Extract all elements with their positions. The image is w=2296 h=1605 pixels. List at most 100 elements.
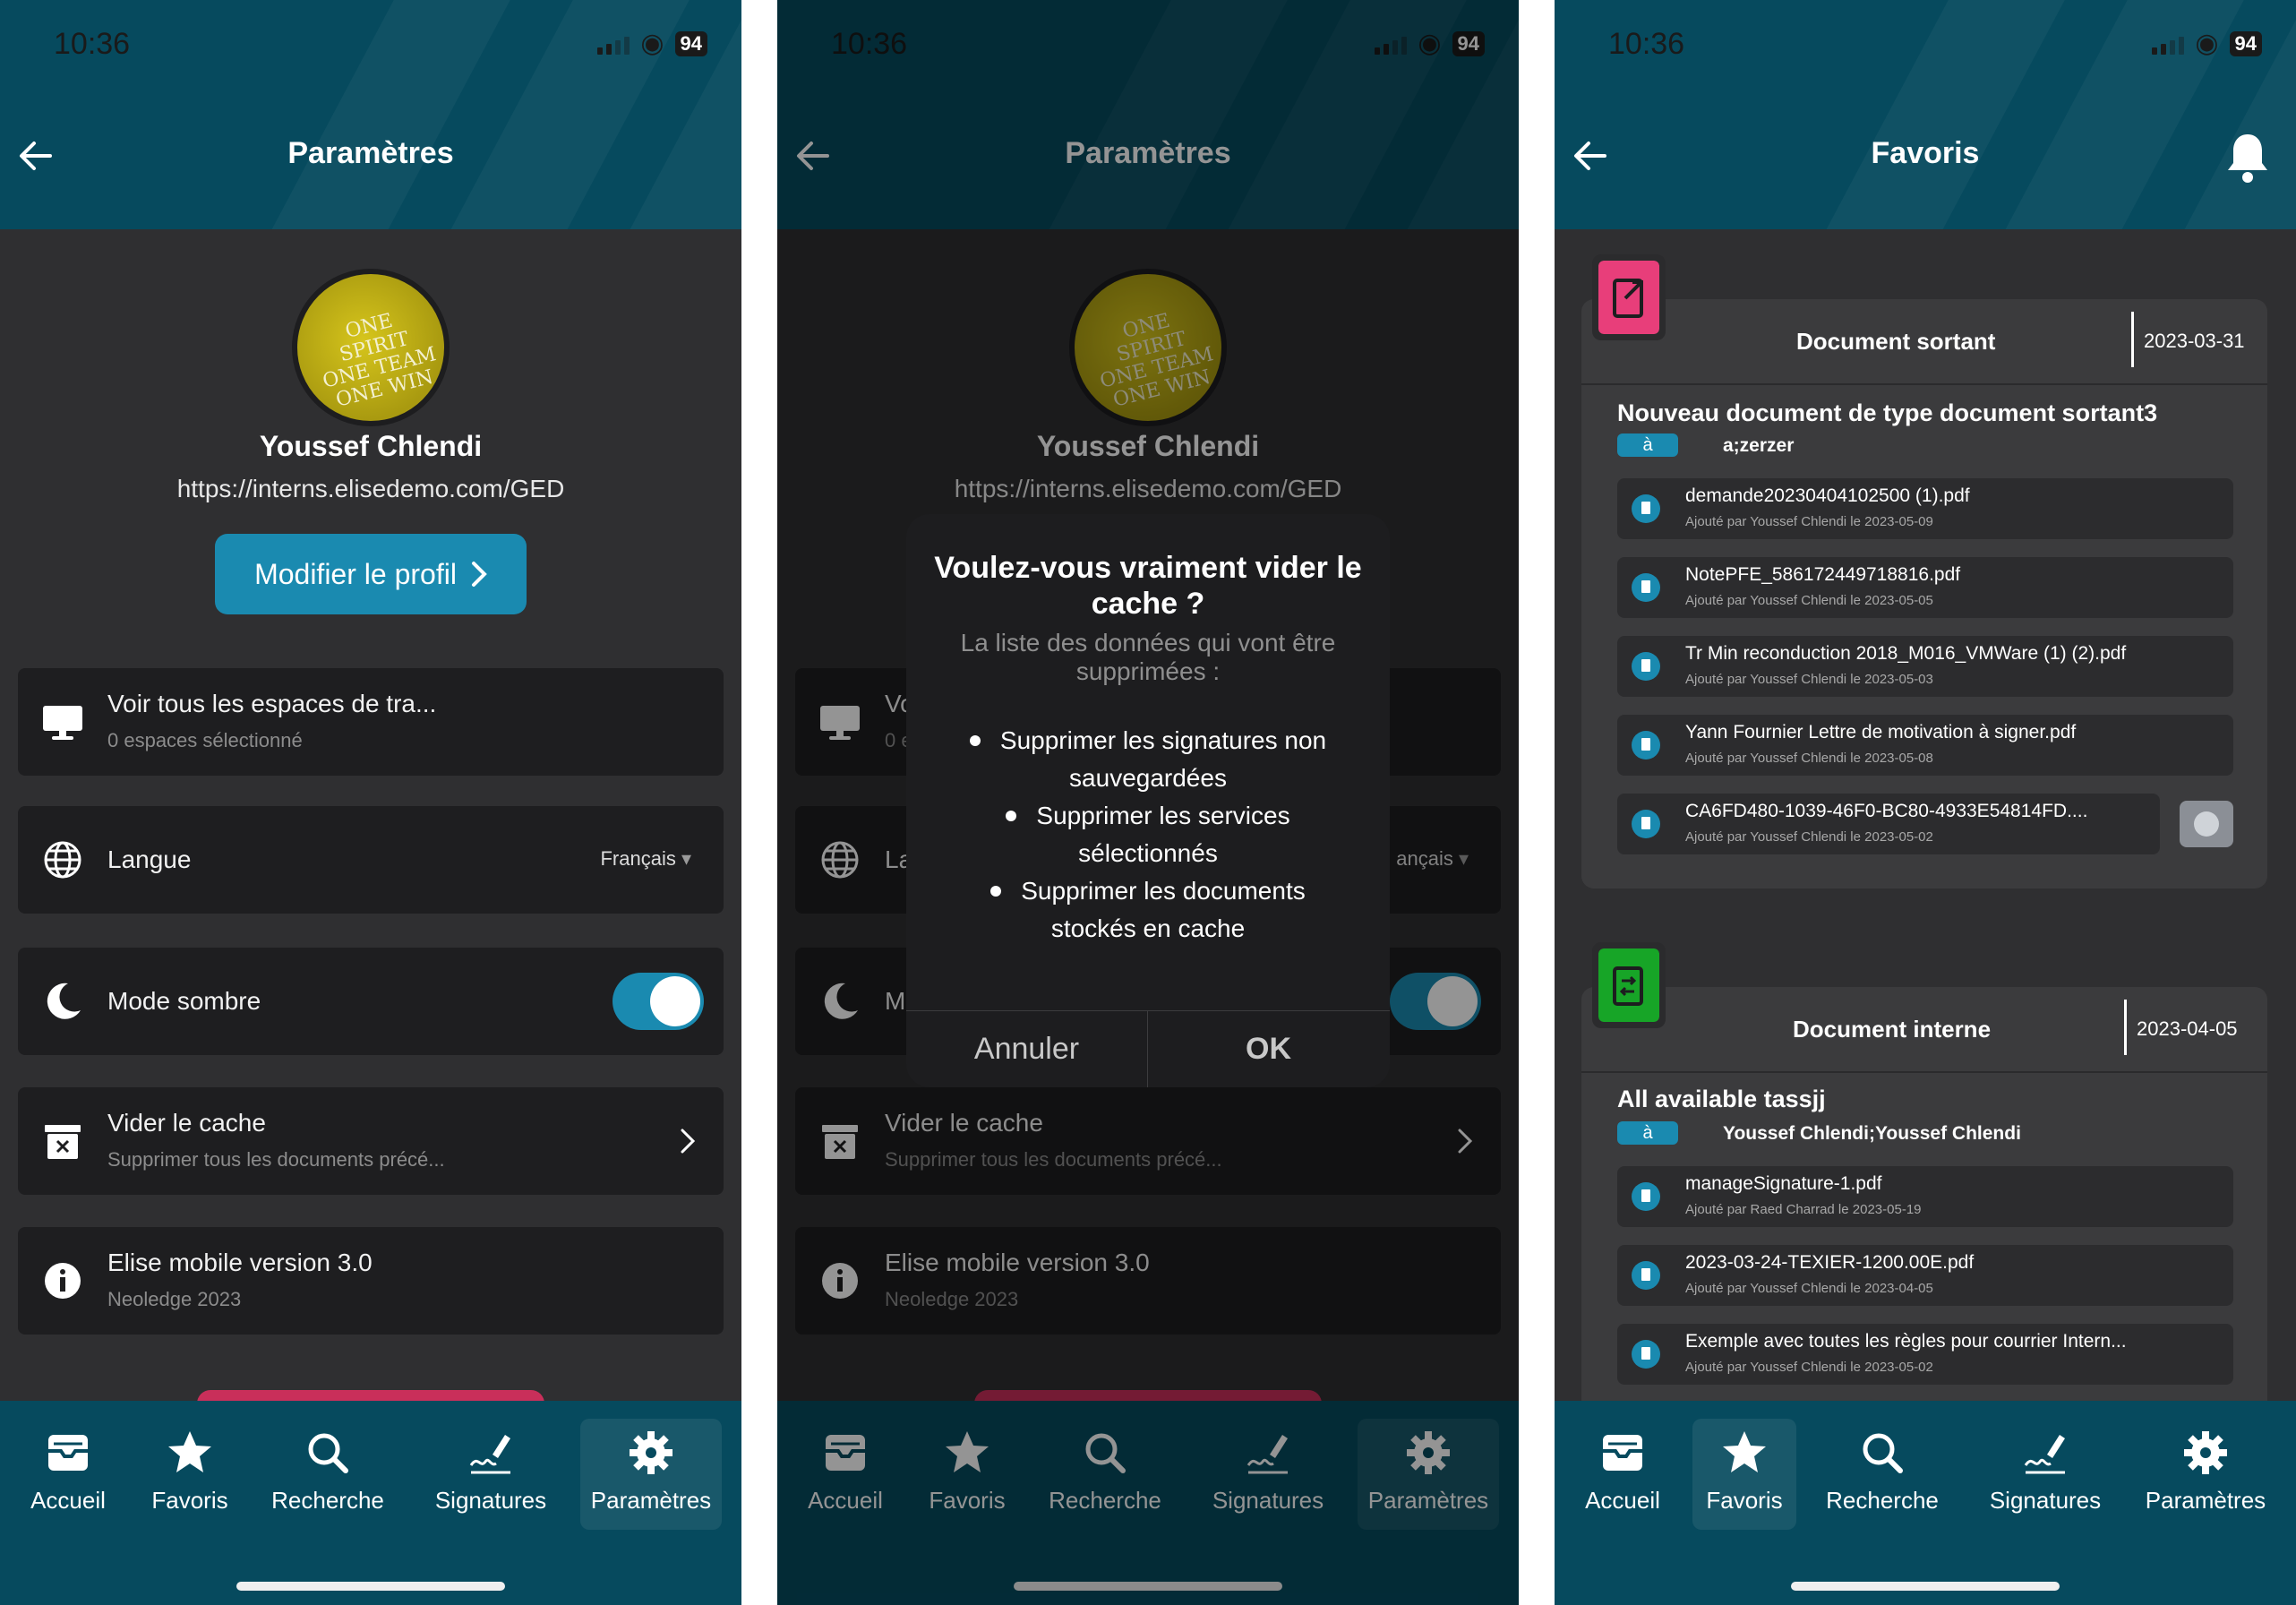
toggle-knob	[650, 976, 700, 1026]
avatar[interactable]: ONE SPIRIT ONE TEAM ONE WIN	[292, 269, 450, 426]
group-date: 2023-03-31	[2144, 330, 2245, 352]
recipient-tag: à	[1617, 1121, 1678, 1145]
gear-icon	[630, 1431, 673, 1474]
favorite-group[interactable]: Document sortant 2023-03-31 Nouveau docu…	[1581, 299, 2267, 888]
nav-signatures[interactable]: Signatures	[1974, 1419, 2117, 1530]
nav-label: Favoris	[151, 1487, 228, 1514]
file-icon	[1632, 1182, 1660, 1211]
language-select[interactable]: Français ▾	[600, 847, 691, 871]
ok-button[interactable]: OK	[1148, 1011, 1389, 1087]
home-indicator	[1791, 1582, 2060, 1591]
nav-label: Recherche	[1826, 1487, 1939, 1514]
app-header: 10:36 ◉ 94 Paramètres	[0, 0, 741, 229]
nav-label: Paramètres	[590, 1487, 712, 1514]
nav-parametres[interactable]: Paramètres	[2135, 1419, 2276, 1530]
bottom-nav: Accueil Favoris Recherche Signatures Par…	[1555, 1401, 2296, 1605]
file-name: demande20230404102500 (1).pdf	[1685, 485, 1970, 506]
settings-screen: 10:36 ◉ 94 Paramètres ONE SPIRIT ONE TEAM…	[0, 0, 741, 1605]
version-title: Elise mobile version 3.0	[107, 1249, 373, 1276]
file-icon	[1632, 731, 1660, 760]
chevron-right-icon	[681, 1129, 696, 1154]
file-row[interactable]: Tr Min reconduction 2018_M016_VMWare (1)…	[1617, 636, 2233, 697]
chevron-right-icon	[471, 562, 487, 587]
group-type: Document sortant	[1796, 328, 1996, 355]
workspaces-title: Voir tous les espaces de tra...	[107, 690, 437, 717]
file-row[interactable]: 2023-03-24-TEXIER-1200.00E.pdf Ajouté par…	[1617, 1245, 2233, 1306]
file-row[interactable]: demande20230404102500 (1).pdf Ajouté par …	[1617, 478, 2233, 539]
file-row[interactable]: manageSignature-1.pdf Ajouté par Raed Cha…	[1617, 1166, 2233, 1227]
doc-internal-icon	[1598, 948, 1659, 1022]
dialog-item-line: Supprimer les signatures non	[999, 726, 1327, 754]
file-row[interactable]: Yann Fournier Lettre de motivation à sig…	[1617, 715, 2233, 776]
nav-favoris[interactable]: Favoris	[138, 1419, 242, 1530]
file-name: Tr Min reconduction 2018_M016_VMWare (1)…	[1685, 643, 2127, 664]
monitor-icon	[43, 706, 82, 740]
clear-cache-row[interactable]: Vider le cache Supprimer tous les docume…	[18, 1087, 724, 1195]
file-name: Exemple avec toutes les règles pour cour…	[1685, 1331, 2127, 1352]
dark-mode-title: Mode sombre	[107, 987, 261, 1015]
inbox-icon	[1603, 1435, 1642, 1471]
file-name: CA6FD480-1039-46F0-BC80-4933E54814FD....	[1685, 801, 2088, 821]
nav-label: Signatures	[1989, 1487, 2102, 1514]
dialog-list-item: Supprimer les services	[924, 797, 1372, 835]
status-time: 10:36	[54, 27, 131, 61]
page-title: Paramètres	[287, 136, 454, 170]
doc-out-icon	[1598, 261, 1659, 334]
language-title: Langue	[107, 845, 192, 873]
file-icon	[1632, 652, 1660, 681]
file-row[interactable]: CA6FD480-1039-46F0-BC80-4933E54814FD....…	[1617, 794, 2160, 854]
signature-icon	[469, 1435, 510, 1474]
nav-recherche[interactable]: Recherche	[1816, 1419, 1949, 1530]
workspaces-subtitle: 0 espaces sélectionné	[107, 729, 303, 751]
nav-label: Signatures	[434, 1487, 547, 1514]
nav-accueil[interactable]: Accueil	[16, 1419, 120, 1530]
clear-cache-title: Vider le cache	[107, 1109, 266, 1137]
nav-accueil[interactable]: Accueil	[1571, 1419, 1675, 1530]
workspaces-row[interactable]: Voir tous les espaces de tra... 0 espace…	[18, 668, 724, 776]
info-icon	[45, 1263, 81, 1299]
inbox-icon	[48, 1435, 88, 1471]
nav-parametres[interactable]: Paramètres	[580, 1419, 722, 1530]
dark-mode-row: Mode sombre	[18, 948, 724, 1055]
group-header: Document sortant 2023-03-31	[1581, 299, 2267, 385]
nav-signatures[interactable]: Signatures	[419, 1419, 562, 1530]
file-row[interactable]: Exemple avec toutes les règles pour cour…	[1617, 1324, 2233, 1385]
file-icon	[1632, 1340, 1660, 1369]
nav-favoris[interactable]: Favoris	[1692, 1419, 1796, 1530]
app-header: 10:36 ◉ 94 Favoris	[1555, 0, 2296, 229]
bullet-icon	[1006, 810, 1017, 821]
dialog-list-item-cont: stockés en cache	[1050, 914, 1246, 942]
badge-frame	[1592, 254, 1666, 340]
nav-label: Paramètres	[2145, 1487, 2266, 1514]
group-subject: Nouveau document de type document sortan…	[1617, 399, 2158, 426]
bell-icon[interactable]	[2223, 131, 2273, 185]
wifi-icon: ◉	[2195, 29, 2219, 58]
dialog-item-line: Supprimer les documents	[1021, 877, 1306, 905]
favorite-group[interactable]: Document interne 2023-04-05 All availabl…	[1581, 987, 2267, 1417]
status-icons: ◉ 94	[597, 30, 707, 57]
status-time: 10:36	[1608, 27, 1685, 61]
dialog-list-item-cont: sauvegardées	[1069, 764, 1227, 792]
group-type: Document interne	[1793, 1016, 1992, 1043]
clear-cache-subtitle: Supprimer tous les documents précé...	[107, 1148, 445, 1171]
nav-recherche[interactable]: Recherche	[261, 1419, 394, 1530]
download-icon[interactable]	[2180, 801, 2233, 847]
cancel-button[interactable]: Annuler	[906, 1011, 1147, 1087]
file-icon	[1632, 1261, 1660, 1290]
file-name: NotePFE_586172449718816.pdf	[1685, 564, 1961, 585]
image-file-icon	[1632, 810, 1660, 838]
language-row[interactable]: Langue Français ▾	[18, 806, 724, 914]
favorites-screen: 10:36 ◉ 94 Favoris Document sortant 2023…	[1555, 0, 2296, 1605]
recipients: Youssef Chlendi;Youssef Chlendi	[1723, 1123, 2021, 1144]
dialog-list: Supprimer les signatures non sauvegardée…	[924, 722, 1372, 948]
signal-icon	[597, 33, 630, 55]
clear-cache-dialog: Voulez-vous vraiment vider le cache ? La…	[906, 514, 1390, 1087]
settings-screen-dialog: 10:36 ◉ 94 Paramètres ONE SPIRIT ONE TEAM…	[777, 0, 1519, 1605]
dialog-message: La liste des données qui vont être suppr…	[960, 629, 1336, 685]
file-row[interactable]: NotePFE_586172449718816.pdf Ajouté par Yo…	[1617, 557, 2233, 618]
dark-mode-toggle[interactable]	[613, 973, 704, 1030]
edit-profile-button[interactable]: Modifier le profil	[215, 534, 527, 614]
nav-label: Recherche	[271, 1487, 384, 1514]
status-icons: ◉ 94	[2152, 30, 2262, 57]
file-name: Yann Fournier Lettre de motivation à sig…	[1685, 722, 2077, 742]
